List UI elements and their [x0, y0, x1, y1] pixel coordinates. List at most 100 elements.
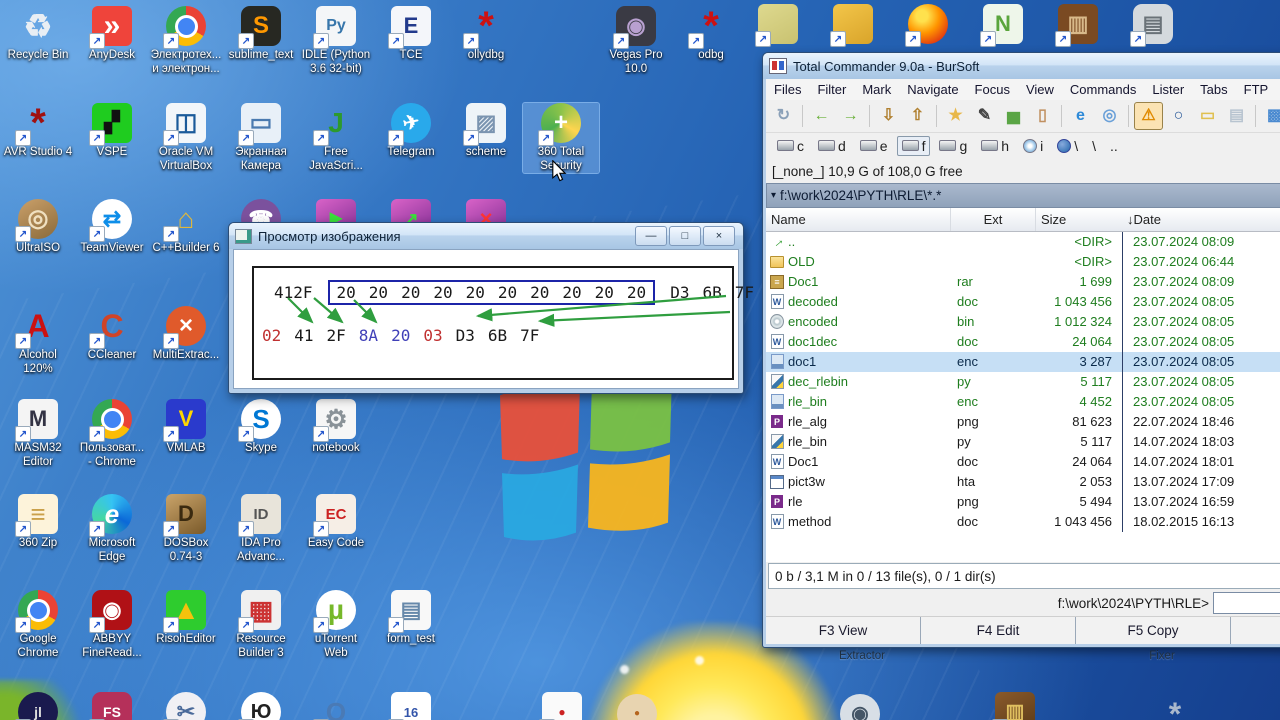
file-row[interactable]: method doc 1 043 456 18.02.2015 16:13	[766, 511, 1280, 532]
desktop-icon[interactable]: ⇄ ↗ TeamViewer	[74, 199, 150, 256]
desktop-icon[interactable]: ♻ ↗ Recycle Bin	[0, 6, 76, 63]
toolbar-button[interactable]: ⇩	[875, 103, 902, 129]
menu-item[interactable]: Commands	[1062, 82, 1144, 97]
toolbar-button[interactable]	[936, 104, 937, 127]
desktop-icon[interactable]: ↗ Google Chrome	[0, 590, 76, 660]
desktop-icon[interactable]: + ↗ 360 Total Security	[523, 103, 599, 174]
menu-item[interactable]: Mark	[854, 82, 899, 97]
desktop-icon[interactable]: 16 ↗	[373, 692, 449, 720]
desktop-icon[interactable]: * ↗	[1137, 694, 1213, 720]
drive-button[interactable]: d	[813, 136, 851, 156]
desktop-icon[interactable]: jl ↗	[0, 692, 76, 720]
column-header[interactable]: Ext	[951, 207, 1036, 231]
desktop-icon[interactable]: ◫ ↗ Oracle VM VirtualBox	[148, 103, 224, 173]
desktop-icon[interactable]: ↗	[815, 4, 891, 47]
toolbar-button[interactable]: ↻	[770, 103, 797, 129]
tc-titlebar[interactable]: Total Commander 9.0a - BurSoft	[763, 53, 1280, 79]
toolbar-button[interactable]: ⚠	[1134, 101, 1163, 130]
menu-item[interactable]: Lister	[1144, 82, 1192, 97]
desktop-icon[interactable]: ⚙ ↗ notebook	[298, 399, 374, 456]
toolbar-button[interactable]: ▅	[1000, 103, 1027, 129]
desktop-icon[interactable]: * ↗ ollydbg	[448, 6, 524, 63]
desktop-icon[interactable]: E ↗ TCE	[373, 6, 449, 63]
function-key-button[interactable]: F6 Move	[1231, 617, 1280, 644]
desktop-icon[interactable]: ↗	[890, 4, 966, 47]
drive-button[interactable]: f	[896, 135, 931, 156]
toolbar-button[interactable]	[802, 104, 803, 127]
desktop-icon[interactable]: µ ↗ uTorrent Web	[298, 590, 374, 660]
desktop-icon[interactable]: ▦ ↗ Resource Builder 3	[223, 590, 299, 660]
desktop-icon[interactable]: N ↗	[965, 4, 1041, 47]
file-row[interactable]: Doc1 doc 24 064 14.07.2024 18:01	[766, 451, 1280, 472]
file-row[interactable]: rle png 5 494 13.07.2024 16:59	[766, 491, 1280, 512]
toolbar-button[interactable]: ★	[942, 103, 969, 129]
file-row[interactable]: Doc1 rar 1 699 23.07.2024 08:09	[766, 271, 1280, 292]
menu-item[interactable]: Files	[766, 82, 809, 97]
file-row[interactable]: dec_rlebin py 5 117 23.07.2024 08:05	[766, 371, 1280, 392]
desktop-icon[interactable]: ↗ Пользоват... - Chrome	[74, 399, 150, 469]
file-row[interactable]: pict3w hta 2 053 13.07.2024 17:09	[766, 471, 1280, 492]
desktop-icon[interactable]: S ↗ Skype	[223, 399, 299, 456]
file-row[interactable]: doc1dec doc 24 064 23.07.2024 08:05	[766, 331, 1280, 352]
close-button[interactable]: ×	[703, 226, 735, 246]
column-header[interactable]: ↓ Date	[1122, 208, 1280, 231]
toolbar-button[interactable]: e	[1067, 103, 1094, 129]
desktop-icon[interactable]: D ↗ DOSBox 0.74-3	[148, 494, 224, 564]
menu-item[interactable]: Filter	[809, 82, 854, 97]
drive-button[interactable]: \	[1052, 136, 1083, 156]
drive-button[interactable]: g	[934, 136, 972, 156]
column-header[interactable]: Name	[766, 207, 951, 231]
menu-item[interactable]: Focus	[967, 82, 1018, 97]
desktop-icon[interactable]: Ю ↗	[223, 692, 299, 720]
function-key-button[interactable]: F3 View	[766, 617, 921, 644]
toolbar-button[interactable]: →	[837, 103, 864, 129]
desktop-icon[interactable]: V ↗ VMLAB	[148, 399, 224, 456]
menu-item[interactable]: View	[1018, 82, 1062, 97]
drive-button[interactable]: ..	[1105, 136, 1123, 156]
function-key-button[interactable]: F5 Copy	[1076, 617, 1231, 644]
drive-button[interactable]: c	[772, 136, 809, 156]
toolbar-button[interactable]: ▭	[1194, 103, 1221, 129]
toolbar-button[interactable]: ▯	[1029, 103, 1056, 129]
toolbar-button[interactable]	[869, 104, 870, 127]
desktop-icon[interactable]: ⌂ ↗ C++Builder 6	[148, 199, 224, 256]
file-row[interactable]: rle_bin enc 4 452 23.07.2024 08:05	[766, 391, 1280, 412]
desktop-icon[interactable]: ◎ ↗ UltraISO	[0, 199, 76, 256]
desktop-icon[interactable]: C ↗ CCleaner	[74, 306, 150, 363]
file-row[interactable]: decoded doc 1 043 456 23.07.2024 08:05	[766, 291, 1280, 312]
drive-button[interactable]: \	[1087, 136, 1101, 156]
toolbar-button[interactable]	[1255, 104, 1256, 127]
desktop-icon[interactable]: ● ↗	[599, 694, 675, 720]
function-key-button[interactable]: F4 Edit	[921, 617, 1076, 644]
desktop-icon[interactable]: e ↗ Microsoft Edge	[74, 494, 150, 564]
toolbar-button[interactable]: ⇧	[904, 103, 931, 129]
menu-item[interactable]: Navigate	[899, 82, 966, 97]
toolbar-button[interactable]: ▩	[1261, 103, 1280, 129]
menu-item[interactable]: Tabs	[1192, 82, 1235, 97]
drive-button[interactable]: i	[1018, 136, 1048, 156]
desktop-icon[interactable]: FS ↗	[74, 692, 150, 720]
desktop-icon[interactable]: ✈ ↗ Telegram	[373, 103, 449, 160]
maximize-button[interactable]: □	[669, 226, 701, 246]
file-row[interactable]: encoded bin 1 012 324 23.07.2024 08:05	[766, 311, 1280, 332]
toolbar-button[interactable]: ✎	[971, 103, 998, 129]
desktop-icon[interactable]: ✂ ↗	[148, 692, 224, 720]
toolbar-button[interactable]	[1128, 104, 1129, 127]
desktop-icon[interactable]: ▥ ↗	[977, 692, 1053, 720]
desktop-icon[interactable]: ◉ ↗	[822, 694, 898, 720]
menu-item[interactable]: FTP	[1236, 82, 1277, 97]
minimize-button[interactable]: —	[635, 226, 667, 246]
file-row[interactable]: doc1 enc 3 287 23.07.2024 08:05	[766, 351, 1280, 372]
desktop-icon[interactable]: A ↗ Alcohol 120%	[0, 306, 76, 376]
desktop-icon[interactable]: S ↗ sublime_text	[223, 6, 299, 63]
path-bar[interactable]: ▾ f:\work\2024\PYTH\RLE\*.* * ▼	[766, 183, 1280, 208]
drive-button[interactable]: e	[855, 136, 893, 156]
drive-button[interactable]: h	[976, 136, 1014, 156]
desktop-icon[interactable]: × ↗ MultiExtrac...	[148, 306, 224, 363]
desktop-icon[interactable]: ▲ ↗ RisohEditor	[148, 590, 224, 647]
desktop-icon[interactable]: ▨ ↗ scheme	[448, 103, 524, 160]
desktop-icon[interactable]: * ↗ odbg	[673, 6, 749, 63]
toolbar-button[interactable]: ▤	[1223, 103, 1250, 129]
toolbar-button[interactable]	[1061, 104, 1062, 127]
desktop-icon[interactable]: ▤ ↗	[1115, 4, 1191, 47]
